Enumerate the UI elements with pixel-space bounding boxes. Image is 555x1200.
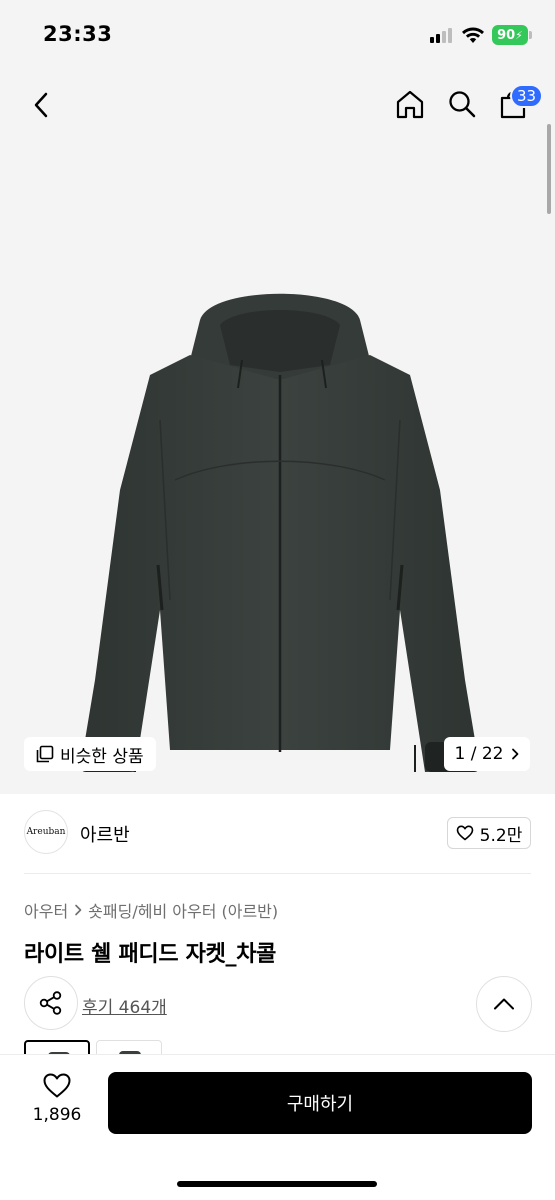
heart-icon (456, 825, 473, 841)
chevron-right-icon (75, 904, 82, 916)
status-bar: 23:33 90 ⚡ (0, 0, 555, 70)
battery-level: 90 (497, 27, 516, 43)
page-scrollbar[interactable] (547, 124, 551, 214)
breadcrumb-subcategory[interactable]: 숏패딩/헤비 아우터 (아르반) (88, 898, 278, 922)
brand-name[interactable]: 아르반 (80, 821, 130, 847)
wifi-icon (462, 27, 484, 43)
home-icon (396, 90, 424, 119)
chevron-up-icon (494, 998, 514, 1010)
back-icon (34, 92, 48, 118)
brand-logo-text: Areuban (26, 827, 66, 837)
product-image-gallery[interactable] (0, 70, 555, 794)
battery-icon: 90 ⚡ (492, 25, 528, 45)
image-page-text: 1 / 22 (454, 744, 504, 764)
breadcrumb: 아우터 숏패딩/헤비 아우터 (아르반) (24, 898, 278, 922)
breadcrumb-category[interactable]: 아우터 (24, 898, 68, 922)
share-button[interactable] (24, 976, 78, 1030)
similar-products-button[interactable]: 비슷한 상품 (24, 737, 156, 771)
home-button[interactable] (390, 84, 430, 124)
battery-cap (529, 31, 532, 39)
share-icon (39, 991, 62, 1015)
brand-like-button[interactable]: 5.2만 (447, 817, 531, 849)
cart-count-badge: 33 (510, 84, 544, 108)
heart-icon (43, 1073, 71, 1098)
signal-icon (430, 27, 454, 43)
color-option-thumbnails (24, 1040, 162, 1054)
search-button[interactable] (442, 84, 482, 124)
review-count-link[interactable]: 후기 464개 (82, 993, 167, 1018)
search-icon (449, 91, 476, 118)
product-photo-jacket (80, 293, 480, 772)
back-button[interactable] (24, 85, 58, 125)
section-divider (24, 873, 531, 874)
product-title: 라이트 쉘 패디드 자켓_차콜 (24, 942, 277, 967)
color-option-thumbnail[interactable] (24, 1040, 90, 1054)
similar-icon (36, 745, 54, 763)
brand-like-count: 5.2만 (479, 825, 523, 846)
chevron-right-icon (512, 748, 519, 760)
wishlist-button[interactable]: 1,896 (28, 1072, 86, 1132)
status-time: 23:33 (43, 22, 113, 46)
home-indicator[interactable] (177, 1181, 377, 1187)
wishlist-count: 1,896 (32, 1105, 82, 1125)
brand-logo[interactable]: Areuban (24, 810, 68, 854)
similar-products-label: 비슷한 상품 (60, 746, 144, 767)
color-option-thumbnail[interactable] (96, 1040, 162, 1054)
image-page-counter[interactable]: 1 / 22 (444, 737, 530, 771)
buy-button[interactable]: 구매하기 (108, 1072, 532, 1134)
scroll-to-top-button[interactable] (476, 976, 532, 1032)
